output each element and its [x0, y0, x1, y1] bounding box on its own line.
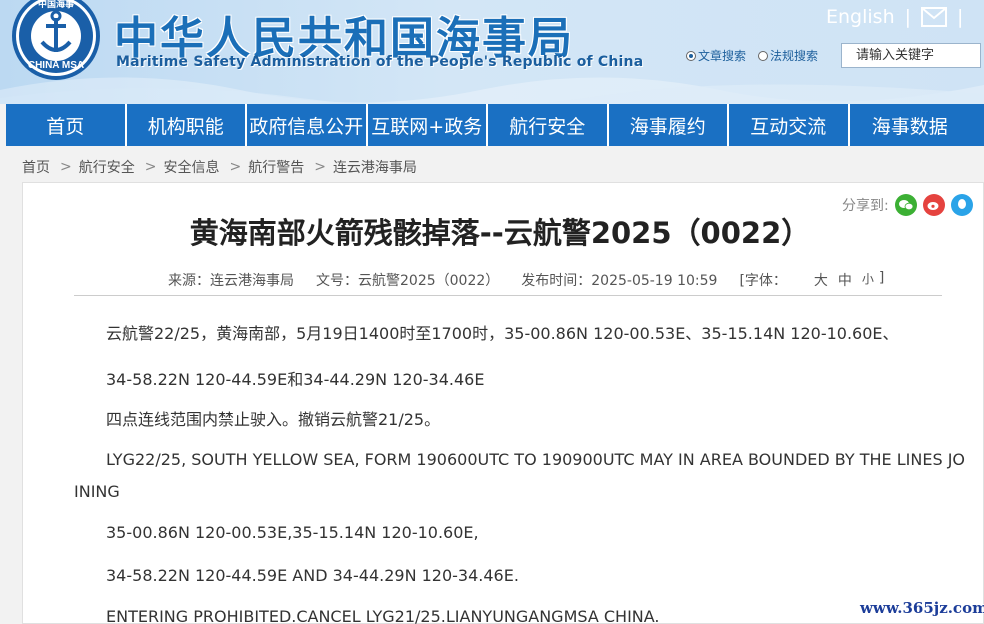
breadcrumb-arrow: >	[314, 159, 326, 175]
font-size-close: ]	[878, 270, 885, 286]
radio-label: 法规搜索	[770, 49, 819, 63]
separator: |	[957, 6, 964, 28]
nav-item-compliance[interactable]: 海事履约	[609, 104, 729, 146]
site-header: CHINA MSA 中国海事 中华人民共和国海事局 Maritime Safet…	[0, 0, 984, 104]
paragraph: ENTERING PROHIBITED.CANCEL LYG21/25.LIAN…	[106, 607, 660, 624]
meta-source: 来源：连云港海事局	[168, 273, 294, 289]
radio-article-search[interactable]: 文章搜索	[686, 47, 746, 64]
site-title-en: Maritime Safety Administration of the Pe…	[116, 54, 644, 70]
search-input[interactable]: 请输入关键字	[841, 43, 981, 68]
breadcrumb: 首页 > 航行安全 > 安全信息 > 航行警告 > 连云港海事局	[22, 157, 417, 177]
font-size-large[interactable]: 大	[814, 270, 828, 290]
paragraph: INING	[74, 482, 120, 501]
meta-published: 发布时间：2025-05-19 10:59	[521, 273, 718, 289]
main-nav: 首页 机构职能 政府信息公开 互联网+政务 航行安全 海事履约 互动交流 海事数…	[6, 104, 984, 146]
paragraph: 云航警22/25，黄海南部，5月19日1400时至1700时，35-00.86N…	[106, 324, 899, 343]
breadcrumb-nav-warnings[interactable]: 航行警告	[248, 157, 304, 177]
radio-regulation-search[interactable]: 法规搜索	[758, 47, 818, 64]
breadcrumb-safety-info[interactable]: 安全信息	[163, 157, 219, 177]
nav-item-home[interactable]: 首页	[6, 104, 127, 146]
breadcrumb-arrow: >	[144, 159, 157, 175]
top-links: English | |	[826, 6, 973, 28]
logo-text-en: CHINA MSA	[28, 60, 84, 71]
article-title: 黄海南部火箭残骸掉落--云航警2025（0022）	[189, 216, 811, 250]
mail-icon[interactable]	[921, 7, 948, 27]
font-size-small[interactable]: 小	[862, 270, 874, 290]
font-size-control: [字体： 大 中 小 ]	[739, 270, 906, 290]
search-type-radios: 文章搜索 法规搜索	[686, 47, 824, 64]
radio-button[interactable]	[686, 50, 696, 61]
radio-button[interactable]	[758, 50, 769, 61]
article-meta: 来源：连云港海事局 文号：云航警2025（0022） 发布时间：2025-05-…	[168, 270, 928, 290]
breadcrumb-lianyungang[interactable]: 连云港海事局	[333, 157, 417, 177]
paragraph: 35-00.86N 120-00.53E,35-15.14N 120-10.60…	[106, 523, 479, 542]
font-size-medium[interactable]: 中	[838, 270, 852, 290]
watermark: www.365jz.com	[860, 599, 984, 617]
english-link[interactable]: English	[826, 6, 895, 28]
breadcrumb-arrow: >	[229, 159, 242, 175]
paragraph: 34-58.22N 120-44.59E AND 34-44.29N 120-3…	[106, 566, 519, 585]
radio-label: 文章搜索	[698, 49, 747, 63]
paragraph: LYG22/25, SOUTH YELLOW SEA, FORM 190600U…	[106, 450, 966, 469]
meta-divider	[74, 295, 942, 296]
breadcrumb-navigation-safety[interactable]: 航行安全	[79, 157, 135, 177]
breadcrumb-arrow: >	[60, 159, 72, 175]
nav-item-navigation-safety[interactable]: 航行安全	[488, 104, 609, 146]
breadcrumb-home[interactable]: 首页	[22, 157, 50, 177]
logo-text-cn: 中国海事	[38, 0, 74, 10]
nav-item-data[interactable]: 海事数据	[850, 104, 971, 146]
meta-doc-number: 文号：云航警2025（0022）	[316, 273, 500, 289]
separator: |	[904, 6, 912, 28]
paragraph: 四点连线范围内禁止驶入。撤销云航警21/25。	[106, 410, 441, 429]
nav-item-gov-info[interactable]: 政府信息公开	[247, 104, 368, 146]
msa-logo[interactable]: CHINA MSA 中国海事	[6, 0, 102, 82]
nav-item-interaction[interactable]: 互动交流	[729, 104, 850, 146]
font-size-label: [字体：	[739, 273, 787, 289]
nav-item-internet-gov[interactable]: 互联网+政务	[368, 104, 488, 146]
nav-item-functions[interactable]: 机构职能	[127, 104, 247, 146]
paragraph: 34-58.22N 120-44.59E和34-44.29N 120-34.46…	[106, 370, 485, 389]
